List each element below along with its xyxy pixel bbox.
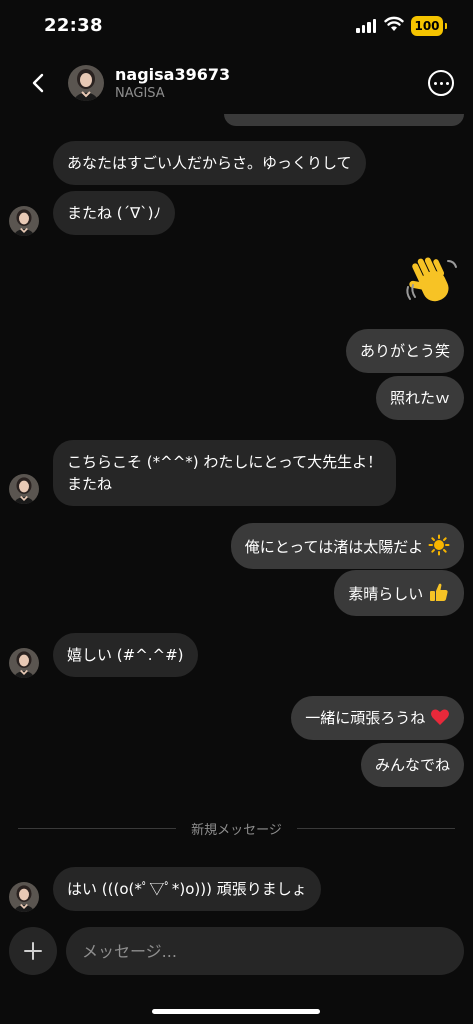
add-attachment-button[interactable] bbox=[9, 927, 57, 975]
more-options-icon[interactable] bbox=[428, 70, 454, 96]
message-text-line: またね bbox=[67, 475, 113, 493]
message-bubble-received[interactable]: 嬉しい (#^.^#) bbox=[53, 633, 198, 677]
message-bubble-sent[interactable]: 一緒に頑張ろうね bbox=[291, 696, 464, 740]
message-text: みんなでね bbox=[374, 756, 450, 774]
message-text: 照れたｗ bbox=[389, 389, 450, 407]
battery-icon: 100 bbox=[411, 16, 447, 36]
cellular-signal-icon bbox=[356, 19, 376, 33]
message-bubble-partial[interactable] bbox=[224, 114, 464, 126]
display-name: NAGISA bbox=[115, 86, 165, 101]
message-text: またね (´∇`)ﾉ bbox=[67, 204, 162, 222]
message-bubble-received[interactable]: こちらこそ (*^^*) わたしにとって大先生よ！ またね bbox=[53, 440, 397, 506]
battery-level: 100 bbox=[414, 19, 440, 33]
sender-avatar[interactable] bbox=[9, 648, 39, 678]
message-bubble-sent[interactable]: 素晴らしい bbox=[334, 570, 464, 616]
message-text-line: こちらこそ (*^^*) わたしにとって大先生よ！ bbox=[67, 453, 383, 471]
message-text: あなたはすごい人だからさ。ゆっくりして bbox=[67, 154, 352, 172]
plus-icon bbox=[24, 942, 42, 960]
message-text: 嬉しい (#^.^#) bbox=[67, 646, 184, 664]
message-bubble-received[interactable]: またね (´∇`)ﾉ bbox=[53, 191, 176, 235]
message-bubble-received[interactable]: はい (((o(*ﾟ▽ﾟ*)o))) 頑張りましょ bbox=[53, 867, 321, 911]
message-text: 素晴らしい bbox=[348, 585, 424, 603]
sender-avatar[interactable] bbox=[9, 882, 39, 912]
wifi-icon bbox=[384, 16, 404, 31]
back-button[interactable] bbox=[24, 68, 52, 98]
message-bubble-received[interactable]: あなたはすごい人だからさ。ゆっくりして bbox=[53, 141, 366, 185]
username[interactable]: nagisa39673 bbox=[115, 65, 230, 84]
back-chevron-icon bbox=[32, 73, 44, 93]
sun-icon bbox=[428, 534, 450, 556]
status-time: 22:38 bbox=[44, 15, 103, 36]
message-bubble-sent[interactable]: 照れたｗ bbox=[375, 376, 464, 420]
sender-avatar[interactable] bbox=[9, 206, 39, 236]
sender-avatar[interactable] bbox=[9, 474, 39, 504]
message-bubble-sent[interactable]: みんなでね bbox=[360, 743, 464, 787]
message-text: ありがとう笑 bbox=[359, 342, 450, 360]
message-bubble-sent[interactable]: 俺にとっては渚は太陽だよ bbox=[230, 523, 464, 569]
profile-avatar[interactable] bbox=[68, 65, 104, 101]
message-text: 一緒に頑張ろうね bbox=[305, 709, 426, 727]
message-text: はい (((o(*ﾟ▽ﾟ*)o))) 頑張りましょ bbox=[67, 880, 307, 898]
divider-line-right bbox=[297, 828, 455, 829]
red-heart-icon bbox=[431, 709, 449, 725]
thumbs-up-icon bbox=[430, 583, 448, 601]
chat-header: nagisa39673 NAGISA bbox=[0, 52, 473, 114]
message-text: 俺にとっては渚は太陽だよ bbox=[244, 538, 424, 556]
status-bar: 22:38 100 bbox=[0, 0, 473, 52]
message-bubble-sent[interactable]: ありがとう笑 bbox=[345, 329, 464, 373]
home-indicator[interactable] bbox=[152, 1009, 320, 1014]
message-input[interactable] bbox=[66, 927, 464, 975]
waving-hand-icon[interactable] bbox=[404, 253, 460, 309]
